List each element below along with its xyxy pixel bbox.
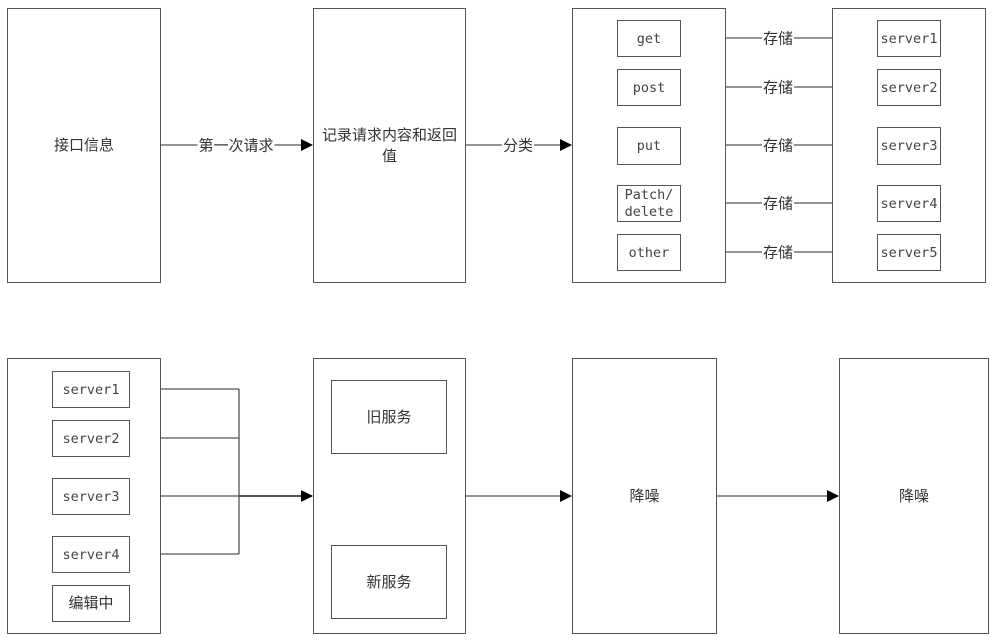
method-patch-delete: Patch/ delete xyxy=(617,185,681,222)
server5-node: server5 xyxy=(877,234,941,271)
method-put: put xyxy=(617,127,681,165)
bottom-server4-node: server4 xyxy=(52,536,130,573)
store-label-3: 存储 xyxy=(761,134,795,156)
store-label-4: 存储 xyxy=(761,192,795,214)
record-box: 记录请求内容和返回值 xyxy=(313,8,466,283)
server4-node: server4 xyxy=(877,185,941,222)
server1-node: server1 xyxy=(877,20,941,57)
interface-info-box: 接口信息 xyxy=(7,8,161,283)
bottom-server3-node: server3 xyxy=(52,478,130,515)
old-service-node: 旧服务 xyxy=(331,380,447,454)
editing-node: 编辑中 xyxy=(52,585,130,622)
server3-node: server3 xyxy=(877,127,941,165)
first-request-label: 第一次请求 xyxy=(197,134,275,156)
interface-info-label: 接口信息 xyxy=(53,136,114,154)
bottom-server1-node: server1 xyxy=(52,371,130,408)
new-service-node: 新服务 xyxy=(331,545,447,619)
store-label-5: 存储 xyxy=(761,241,795,263)
bottom-server2-node: server2 xyxy=(52,420,130,457)
method-other: other xyxy=(617,234,681,271)
store-label-1: 存储 xyxy=(761,27,795,49)
server2-node: server2 xyxy=(877,69,941,106)
denoise-box-2: 降噪 xyxy=(839,358,989,634)
method-get: get xyxy=(617,20,681,57)
classify-label: 分类 xyxy=(501,134,535,156)
method-post: post xyxy=(617,69,681,106)
denoise-box-1: 降噪 xyxy=(572,358,717,634)
record-label: 记录请求内容和返回值 xyxy=(321,125,457,165)
store-label-2: 存储 xyxy=(761,76,795,98)
